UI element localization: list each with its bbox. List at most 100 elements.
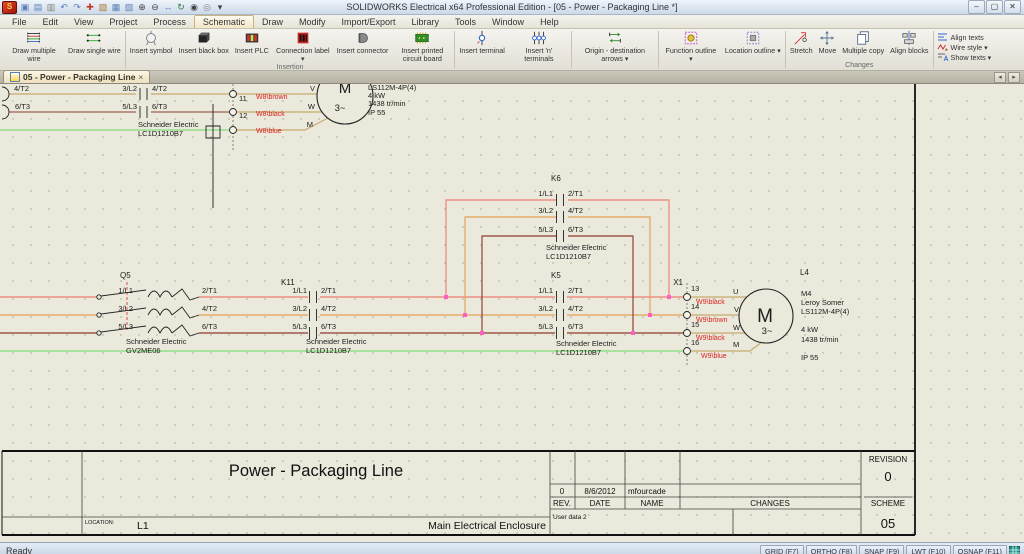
contactor-k11[interactable]: K11 1/L1 2/T1 3/L2 4/T2 5/L3 6/T3 Schnei… bbox=[281, 278, 367, 355]
search-icon[interactable]: ◉ bbox=[189, 1, 199, 14]
button-label: Origin - destination arrows ▾ bbox=[576, 47, 654, 63]
snap-toggle-button[interactable]: SNAP (F9) bbox=[859, 545, 904, 554]
print-icon[interactable]: ▥ bbox=[46, 1, 56, 14]
origin-destination-arrows-button[interactable]: Origin - destination arrows ▾ bbox=[573, 29, 657, 63]
motor-speed-label: 1438 tr/min bbox=[801, 335, 839, 344]
tab-scroll-prev-icon[interactable]: ◂ bbox=[994, 72, 1006, 83]
show-texts-button[interactable]: Show texts ▾ bbox=[937, 52, 992, 62]
draw-single-wire-button[interactable]: Draw single wire bbox=[65, 29, 124, 55]
insert-n-terminals-button[interactable]: Insert 'n' terminals bbox=[508, 29, 570, 63]
motor-m4[interactable]: M 3~ U V W M L4 M4 Leroy Somer LS112M-4P… bbox=[733, 268, 850, 362]
refresh-icon[interactable]: ↻ bbox=[176, 1, 186, 14]
insert-connector-icon bbox=[355, 30, 371, 46]
undo-icon[interactable]: ↶ bbox=[59, 1, 69, 14]
document-tab[interactable]: 05 - Power - Packaging Line × bbox=[3, 70, 150, 83]
maximize-button[interactable]: ▢ bbox=[986, 0, 1003, 14]
qat-dropdown-icon[interactable]: ▾ bbox=[215, 1, 225, 14]
name-cell: mfourcade bbox=[628, 487, 666, 496]
connection-label-button[interactable]: Connection label ▾ bbox=[272, 29, 334, 63]
menu-schematic[interactable]: Schematic bbox=[194, 15, 254, 28]
new-document-icon[interactable]: ▣ bbox=[20, 1, 30, 14]
zoom-out-icon[interactable]: ⊖ bbox=[150, 1, 160, 14]
top-partial-circuit[interactable]: 4/T2 6/T3 3/L2 4/T2 5/L3 6/T3 Schneider … bbox=[2, 84, 417, 208]
pole-label: 5/L3 bbox=[538, 322, 553, 331]
menu-library[interactable]: Library bbox=[404, 16, 448, 28]
pole-label: 1/L1 bbox=[118, 286, 133, 295]
draw-multiple-wire-icon bbox=[26, 30, 42, 46]
menu-draw[interactable]: Draw bbox=[254, 16, 291, 28]
terminal-strip-x1[interactable]: X1 13 14 15 16 W9\black W9\brown W9\blac… bbox=[673, 278, 727, 365]
status-bar: Ready GRID (F7) ORTHO (F8) SNAP (F9) LWT… bbox=[0, 542, 1024, 554]
button-label: Draw single wire bbox=[68, 47, 121, 55]
tab-close-icon[interactable]: × bbox=[138, 72, 143, 82]
document2-icon[interactable]: ▨ bbox=[124, 1, 134, 14]
osnap-toggle-button[interactable]: OSNAP (F11) bbox=[953, 545, 1007, 554]
insert-symbol-button[interactable]: Insert symbol bbox=[127, 29, 176, 55]
wire-style-icon bbox=[937, 42, 949, 52]
part-reference-label: LC1D1210B7 bbox=[546, 252, 591, 261]
location-outline-button[interactable]: Location outline ▾ bbox=[722, 29, 784, 55]
wire-style-button[interactable]: Wire style ▾ bbox=[937, 42, 992, 52]
manufacturer-label: Schneider Electric bbox=[138, 120, 199, 129]
grid-toggle-button[interactable]: GRID (F7) bbox=[760, 545, 804, 554]
clock-icon[interactable]: ◎ bbox=[202, 1, 212, 14]
changes-header: CHANGES bbox=[750, 499, 790, 508]
menu-help[interactable]: Help bbox=[532, 16, 567, 28]
zoom-in-icon[interactable]: ⊕ bbox=[137, 1, 147, 14]
pan-icon[interactable]: ↔ bbox=[163, 1, 173, 14]
menu-process[interactable]: Process bbox=[145, 16, 194, 28]
pole-label: 4/T2 bbox=[152, 84, 167, 93]
menu-import-export[interactable]: Import/Export bbox=[333, 16, 403, 28]
function-outline-button[interactable]: Function outline ▾ bbox=[660, 29, 722, 63]
stretch-button[interactable]: Stretch bbox=[787, 29, 816, 55]
grid-settings-icon[interactable] bbox=[1009, 546, 1020, 554]
draw-multiple-wire-button[interactable]: Draw multiple wire bbox=[3, 29, 65, 63]
save-icon[interactable]: ▤ bbox=[33, 1, 43, 14]
pole-label: 5/L3 bbox=[118, 322, 133, 331]
move-button[interactable]: Move bbox=[816, 29, 840, 55]
button-label: Align blocks bbox=[890, 47, 928, 55]
paste-icon[interactable]: ▧ bbox=[98, 1, 108, 14]
quick-access-toolbar: ▣ ▤ ▥ ↶ ↷ ✚ ▧ ▦ ▨ ⊕ ⊖ ↔ ↻ ◉ ◎ ▾ bbox=[20, 1, 225, 14]
insert-pcb-button[interactable]: Insert printed circuit board bbox=[391, 29, 453, 63]
date-header: DATE bbox=[590, 499, 611, 508]
align-texts-icon bbox=[937, 32, 949, 42]
align-blocks-button[interactable]: Align blocks bbox=[887, 29, 931, 55]
part-reference-label: GV2ME06 bbox=[126, 346, 161, 355]
menu-modify[interactable]: Modify bbox=[291, 16, 334, 28]
menu-project[interactable]: Project bbox=[101, 16, 145, 28]
lwt-toggle-button[interactable]: LWT (F10) bbox=[906, 545, 950, 554]
origin-destination-arrows-icon bbox=[607, 30, 623, 46]
ground-wire[interactable] bbox=[0, 130, 684, 351]
junction-dot bbox=[631, 331, 635, 335]
insert-terminal-button[interactable]: Insert terminal bbox=[456, 29, 508, 55]
multiple-copy-button[interactable]: Multiple copy bbox=[839, 29, 887, 55]
menu-window[interactable]: Window bbox=[484, 16, 532, 28]
add-icon[interactable]: ✚ bbox=[85, 1, 95, 14]
breaker-q5[interactable]: Q5 1/L1 2/T1 3/L2 4/T2 5/L3 6/T3 Schneid… bbox=[97, 271, 217, 355]
insert-connector-button[interactable]: Insert connector bbox=[334, 29, 392, 55]
close-button[interactable]: ✕ bbox=[1004, 0, 1021, 14]
location-label: LOCATION: bbox=[85, 520, 115, 526]
schematic-canvas[interactable]: 4/T2 6/T3 3/L2 4/T2 5/L3 6/T3 Schneider … bbox=[0, 84, 1024, 542]
menu-tools[interactable]: Tools bbox=[447, 16, 484, 28]
pole-label: 3/L2 bbox=[122, 84, 137, 93]
insert-black-box-button[interactable]: Insert black box bbox=[175, 29, 231, 55]
align-texts-button[interactable]: Align texts bbox=[937, 32, 992, 42]
menu-edit[interactable]: Edit bbox=[35, 16, 67, 28]
redo-icon[interactable]: ↷ bbox=[72, 1, 82, 14]
status-message: Ready bbox=[0, 546, 760, 554]
tab-scroll-next-icon[interactable]: ▸ bbox=[1008, 72, 1020, 83]
drawing-canvas[interactable]: 4/T2 6/T3 3/L2 4/T2 5/L3 6/T3 Schneider … bbox=[0, 84, 1024, 542]
terminal-number: 12 bbox=[239, 111, 247, 120]
pole-label: 1/L1 bbox=[538, 286, 553, 295]
insert-plc-button[interactable]: Insert PLC bbox=[232, 29, 272, 55]
menu-view[interactable]: View bbox=[66, 16, 101, 28]
wire-cable-label: W9\black bbox=[696, 335, 725, 342]
motor-terminal-letter: W bbox=[308, 102, 316, 111]
contactor-k5[interactable]: K5 1/L1 2/T1 3/L2 4/T2 5/L3 6/T3 Schneid… bbox=[538, 271, 616, 357]
ortho-toggle-button[interactable]: ORTHO (F8) bbox=[806, 545, 858, 554]
menu-file[interactable]: File bbox=[4, 16, 35, 28]
minimize-button[interactable]: ‒ bbox=[968, 0, 985, 14]
document-icon[interactable]: ▦ bbox=[111, 1, 121, 14]
